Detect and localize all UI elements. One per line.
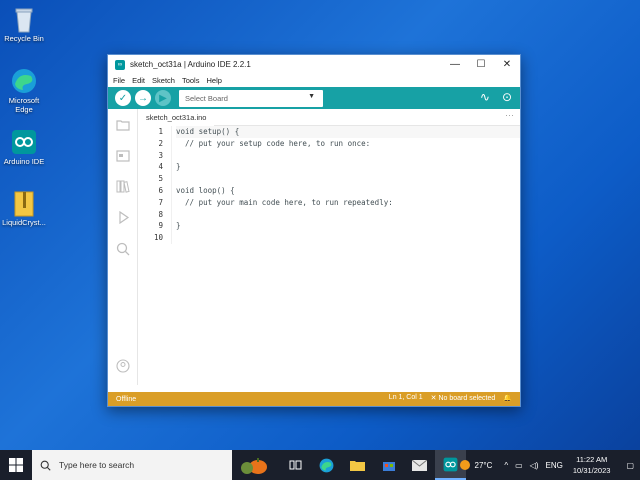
pumpkin-icon[interactable] xyxy=(232,450,280,480)
arduino-app-icon: ∞ xyxy=(115,59,125,70)
library-manager-icon[interactable] xyxy=(108,171,138,202)
desktop-icon-label: Recycle Bin xyxy=(4,34,44,43)
cursor-position[interactable]: Ln 1, Col 1 xyxy=(389,394,423,402)
code-line: // put your setup code here, to run once… xyxy=(176,138,371,148)
chevron-up-icon[interactable]: ^ xyxy=(504,461,508,470)
line-number: 6 xyxy=(158,185,163,195)
code-line: void loop() { xyxy=(176,185,235,195)
line-number-gutter: 1 2 3 4 5 6 7 8 9 10 xyxy=(138,126,172,244)
boards-manager-icon[interactable] xyxy=(108,140,138,171)
minimize-button[interactable]: — xyxy=(442,55,468,74)
search-icon[interactable] xyxy=(108,233,138,264)
language-indicator[interactable]: ENG xyxy=(546,461,563,470)
recycle-bin-icon xyxy=(11,6,37,33)
desktop-icon-edge[interactable]: Microsoft Edge xyxy=(2,68,46,114)
desktop-icon-liquidcrystal[interactable]: LiquidCryst... xyxy=(2,190,46,227)
desktop-icon-label: LiquidCryst... xyxy=(2,218,46,227)
start-button[interactable] xyxy=(0,450,32,480)
line-number: 5 xyxy=(158,174,163,184)
upload-button[interactable]: → xyxy=(135,90,151,106)
status-bar: Offline Ln 1, Col 1 ✕ No board selected … xyxy=(108,392,520,406)
code-lines: void setup() { // put your setup code he… xyxy=(172,126,520,244)
network-icon[interactable]: ▭ xyxy=(515,461,523,470)
board-status[interactable]: ✕ No board selected xyxy=(431,394,496,402)
edge-icon xyxy=(11,68,37,94)
title-bar[interactable]: ∞ sketch_oct31a | Arduino IDE 2.2.1 — ☐ … xyxy=(108,55,520,74)
code-line: } xyxy=(176,162,181,172)
weather-icon xyxy=(459,460,470,470)
code-line: // put your main code here, to run repea… xyxy=(176,197,393,207)
chevron-down-icon: ▼ xyxy=(308,92,315,100)
desktop-icon-label: Arduino IDE xyxy=(3,157,45,166)
task-view-icon[interactable] xyxy=(280,450,311,480)
search-placeholder: Type here to search xyxy=(59,460,135,470)
board-selector[interactable]: Select Board ▼ xyxy=(179,89,323,107)
close-button[interactable]: ✕ xyxy=(494,55,520,74)
debug-icon[interactable] xyxy=(108,202,138,233)
notification-icon[interactable]: ▢ xyxy=(626,461,634,470)
desktop-icon-arduino-ide[interactable]: Arduino IDE xyxy=(2,129,46,166)
sketchbook-folder-icon[interactable] xyxy=(108,109,138,140)
system-tray: 27°C ^ ▭ ◁) ENG 11:22 AM 10/31/2023 ▢ xyxy=(459,450,640,480)
more-icon[interactable]: ··· xyxy=(505,110,514,120)
debug-button[interactable]: ▶ xyxy=(155,90,171,106)
serial-plotter-icon[interactable]: ∿ xyxy=(480,90,490,104)
menu-edit[interactable]: Edit xyxy=(132,76,145,85)
line-number: 4 xyxy=(158,162,163,172)
menu-bar: File Edit Sketch Tools Help xyxy=(108,74,520,87)
weather-temp[interactable]: 27°C xyxy=(475,461,493,470)
line-number: 8 xyxy=(158,209,163,219)
account-icon[interactable] xyxy=(108,350,138,381)
taskbar: Type here to search 27°C ^ ▭ ◁) ENG 11:2… xyxy=(0,450,640,480)
window-title: sketch_oct31a | Arduino IDE 2.2.1 xyxy=(130,60,251,69)
verify-button[interactable]: ✓ xyxy=(115,90,131,106)
file-explorer-icon[interactable] xyxy=(342,450,373,480)
desktop-icon-recycle-bin[interactable]: Recycle Bin xyxy=(2,6,46,43)
clock-time: 11:22 AM xyxy=(576,455,608,464)
menu-sketch[interactable]: Sketch xyxy=(152,76,175,85)
clock[interactable]: 11:22 AM 10/31/2023 xyxy=(573,454,611,476)
board-selector-label: Select Board xyxy=(185,93,228,103)
serial-monitor-icon[interactable]: ⊙ xyxy=(502,90,512,104)
arduino-icon xyxy=(11,129,37,155)
line-number: 9 xyxy=(158,221,163,231)
toolbar: ✓ → ▶ Select Board ▼ ∿ ⊙ xyxy=(108,87,520,109)
line-number: 2 xyxy=(158,138,163,148)
zip-folder-icon xyxy=(11,190,37,217)
status-offline: Offline xyxy=(116,395,137,403)
taskbar-search[interactable]: Type here to search xyxy=(32,450,232,480)
volume-icon[interactable]: ◁) xyxy=(530,461,539,470)
menu-tools[interactable]: Tools xyxy=(182,76,200,85)
tab-sketch[interactable]: sketch_oct31a.ino xyxy=(138,110,215,126)
menu-help[interactable]: Help xyxy=(206,76,221,85)
line-number: 10 xyxy=(153,233,163,243)
bell-icon[interactable]: 🔔 xyxy=(503,394,512,402)
edge-taskbar-icon[interactable] xyxy=(311,450,342,480)
sidebar xyxy=(108,109,138,385)
mail-icon[interactable] xyxy=(404,450,435,480)
code-line: } xyxy=(176,221,181,231)
search-icon xyxy=(40,460,51,471)
code-editor[interactable]: 1 2 3 4 5 6 7 8 9 10 void setup() { // p… xyxy=(138,126,520,244)
windows-logo-icon xyxy=(9,458,23,472)
store-icon[interactable] xyxy=(373,450,404,480)
maximize-button[interactable]: ☐ xyxy=(468,55,494,74)
code-line: void setup() { xyxy=(176,126,520,138)
tab-bar: sketch_oct31a.ino ··· xyxy=(138,109,520,126)
line-number: 1 xyxy=(158,127,163,136)
menu-file[interactable]: File xyxy=(113,76,125,85)
desktop-icon-label: Microsoft Edge xyxy=(8,96,40,114)
line-number: 7 xyxy=(158,197,163,207)
clock-date: 10/31/2023 xyxy=(572,466,611,475)
arduino-ide-window: ∞ sketch_oct31a | Arduino IDE 2.2.1 — ☐ … xyxy=(107,54,521,407)
line-number: 3 xyxy=(158,150,163,160)
editor-area: sketch_oct31a.ino ··· 1 2 3 4 5 6 7 8 9 … xyxy=(138,109,520,385)
